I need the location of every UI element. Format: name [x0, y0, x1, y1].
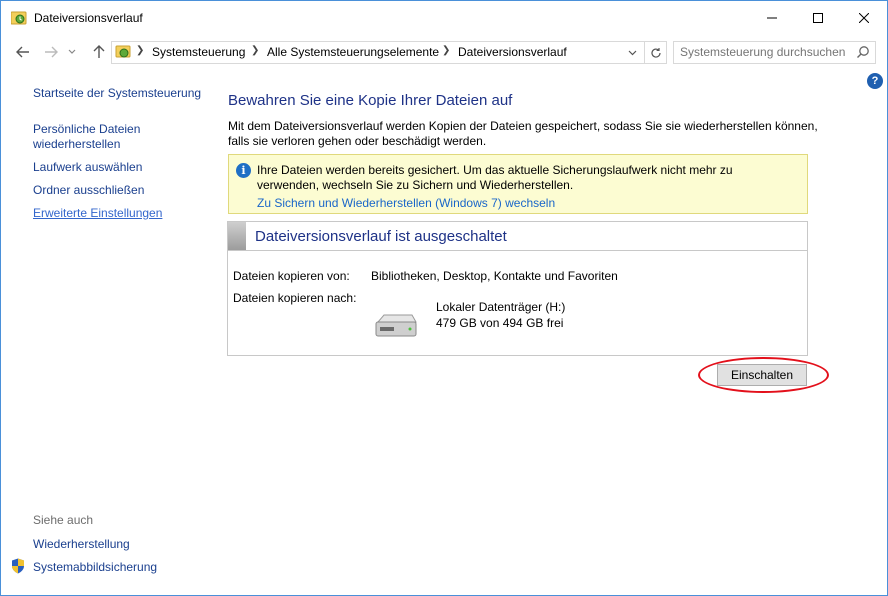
title-bar: Dateiversionsverlauf [1, 1, 887, 35]
copy-from-label: Dateien kopieren von: [233, 269, 350, 283]
see-also-title: Siehe auch [33, 513, 94, 527]
search-icon [857, 46, 869, 58]
status-panel: Dateiversionsverlauf ist ausgeschaltet D… [227, 221, 808, 356]
arrow-up-icon [93, 45, 105, 58]
file-history-icon [11, 11, 27, 25]
search-box[interactable] [673, 41, 876, 64]
refresh-icon [650, 47, 661, 58]
notice-text: Ihre Dateien werden bereits gesichert. U… [257, 163, 733, 192]
close-button[interactable] [841, 1, 887, 35]
status-title: Dateiversionsverlauf ist ausgeschaltet [255, 228, 507, 245]
copy-from-value: Bibliotheken, Desktop, Kontakte und Favo… [371, 269, 618, 283]
up-button[interactable] [89, 43, 109, 61]
navigation-bar: ❯ Systemsteuerung ❯ Alle Systemsteuerung… [1, 35, 887, 69]
chevron-down-icon [68, 49, 76, 54]
breadcrumb-alle-elemente[interactable]: Alle Systemsteuerungselemente [267, 45, 439, 59]
window-title: Dateiversionsverlauf [34, 11, 143, 25]
breadcrumb-dateiversionsverlauf[interactable]: Dateiversionsverlauf [458, 45, 567, 59]
status-header: Dateiversionsverlauf ist ausgeschaltet [228, 222, 807, 251]
shield-icon [12, 558, 24, 574]
address-bar[interactable]: ❯ Systemsteuerung ❯ Alle Systemsteuerung… [111, 41, 667, 64]
breadcrumb-separator-icon: ❯ [251, 45, 260, 56]
info-icon: i [236, 163, 251, 178]
intro-text: Mit dem Dateiversionsverlauf werden Kopi… [228, 119, 818, 148]
forward-button[interactable] [41, 43, 61, 61]
sidebar-item-laufwerk-auswaehlen[interactable]: Laufwerk auswählen [33, 160, 142, 175]
minimize-button[interactable] [749, 1, 795, 35]
status-indicator-bar [228, 222, 246, 250]
breadcrumb-systemsteuerung[interactable]: Systemsteuerung [152, 45, 245, 59]
close-icon [859, 13, 869, 23]
backup-restore-link[interactable]: Zu Sichern und Wiederherstellen (Windows… [257, 196, 555, 210]
see-also-wiederherstellung[interactable]: Wiederherstellung [33, 537, 130, 552]
search-input[interactable] [680, 44, 850, 60]
minimize-icon [767, 17, 777, 19]
copy-to-label: Dateien kopieren nach: [233, 291, 357, 305]
help-button[interactable]: ? [867, 73, 883, 89]
breadcrumb-separator-icon: ❯ [136, 45, 145, 56]
arrow-left-icon [16, 46, 29, 58]
hard-drive-icon [375, 314, 417, 337]
chevron-down-icon [628, 50, 636, 55]
highlight-ring [698, 357, 829, 393]
address-dropdown-button[interactable] [622, 42, 642, 63]
arrow-right-icon [45, 46, 58, 58]
page-heading: Bewahren Sie eine Kopie Ihrer Dateien au… [228, 92, 513, 109]
sidebar-item-startseite[interactable]: Startseite der Systemsteuerung [33, 86, 201, 101]
breadcrumb-separator-icon: ❯ [442, 45, 451, 56]
see-also-systemabbildsicherung[interactable]: Systemabbildsicherung [33, 560, 157, 575]
info-notice: i Ihre Dateien werden bereits gesichert.… [228, 154, 808, 214]
refresh-button[interactable] [644, 42, 666, 63]
sidebar-item-dateien-wiederherstellen[interactable]: Persönliche Dateien wiederherstellen [33, 122, 163, 152]
drive-space: 479 GB von 494 GB frei [436, 316, 564, 330]
maximize-icon [813, 13, 823, 23]
maximize-button[interactable] [795, 1, 841, 35]
sidebar-item-erweiterte-einstellungen[interactable]: Erweiterte Einstellungen [33, 206, 162, 221]
back-button[interactable] [13, 43, 33, 61]
drive-name: Lokaler Datenträger (H:) [436, 300, 566, 314]
sidebar-item-ordner-ausschliessen[interactable]: Ordner ausschließen [33, 183, 144, 198]
control-panel-icon [115, 45, 131, 58]
window: Dateiversionsverlauf ❯ Systemsteuerung ❯… [0, 0, 888, 596]
recent-locations-button[interactable] [65, 43, 79, 61]
